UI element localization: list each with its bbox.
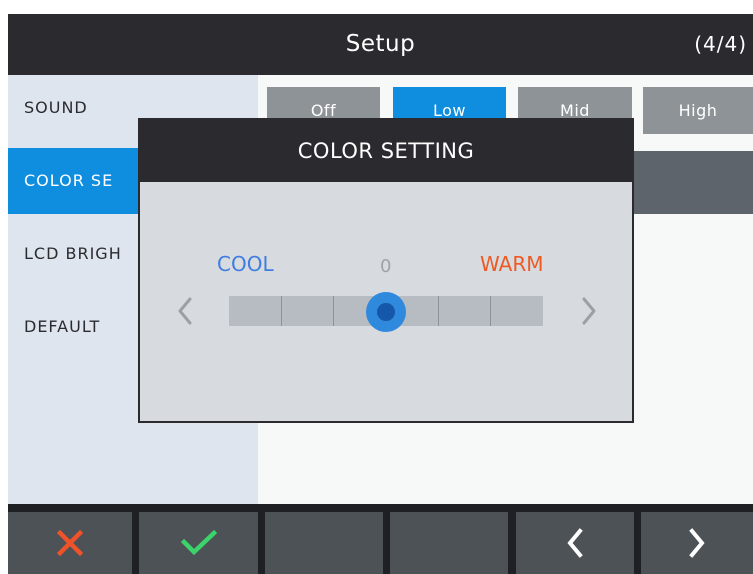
confirm-button[interactable]	[139, 512, 258, 574]
dialog-title: COLOR SETTING	[297, 139, 475, 163]
sidebar-item-label: LCD BRIGH	[24, 244, 122, 263]
color-slider-thumb[interactable]	[366, 292, 406, 332]
bottom-toolbar	[8, 504, 753, 574]
warm-label: WARM	[480, 252, 544, 276]
sidebar-item-label: COLOR SE	[24, 171, 114, 190]
slider-tick	[333, 296, 334, 326]
cool-label: COOL	[217, 252, 274, 276]
slider-tick	[490, 296, 491, 326]
sidebar-item-label: DEFAULT	[24, 317, 101, 336]
page-indicator: (4/4)	[694, 32, 747, 56]
color-setting-dialog: COLOR SETTING COOL 0 WARM	[138, 118, 634, 423]
page-title: Setup	[345, 31, 416, 57]
chevron-right-icon	[689, 528, 705, 558]
header-bar: Setup (4/4)	[8, 14, 753, 75]
sound-option-high[interactable]: High	[643, 87, 753, 134]
dialog-header: COLOR SETTING	[140, 120, 632, 182]
check-icon	[180, 530, 217, 556]
decrease-arrow-icon[interactable]	[176, 295, 194, 327]
slider-tick	[281, 296, 282, 326]
screen: Setup (4/4) SOUND COLOR SE LCD BRIGH DEF…	[8, 14, 753, 574]
blank-button-2[interactable]	[390, 512, 508, 574]
chevron-left-icon	[567, 528, 583, 558]
close-icon	[57, 530, 83, 556]
slider-tick	[438, 296, 439, 326]
next-button[interactable]	[641, 512, 753, 574]
blank-button-1[interactable]	[265, 512, 383, 574]
cancel-button[interactable]	[8, 512, 132, 574]
increase-arrow-icon[interactable]	[580, 295, 598, 327]
previous-button[interactable]	[516, 512, 634, 574]
color-value: 0	[380, 256, 392, 277]
slider-thumb-center	[377, 303, 395, 321]
sidebar-item-label: SOUND	[24, 98, 88, 117]
